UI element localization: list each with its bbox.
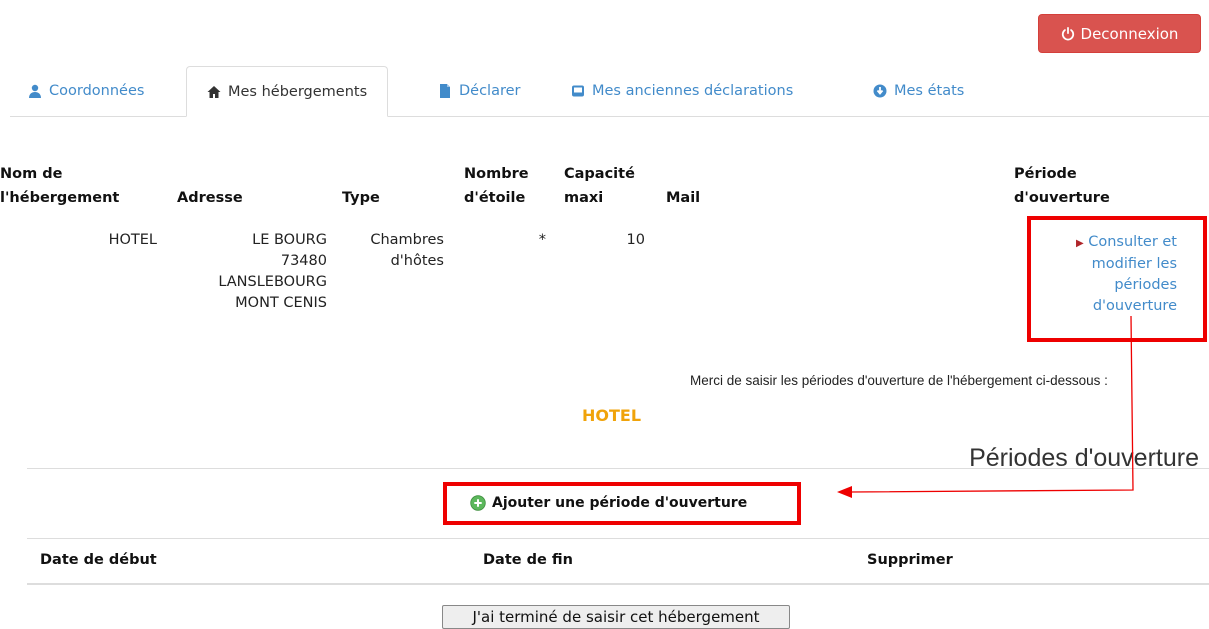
col-header-mail: Mail — [666, 190, 701, 206]
logout-button[interactable]: Deconnexion — [1038, 14, 1201, 53]
tab-label: Coordonnées — [49, 83, 145, 99]
accommodation-type: Chambres d'hôtes — [370, 232, 444, 269]
annotation-box-link — [1027, 216, 1207, 342]
tab-anciennes-declarations[interactable]: Mes anciennes déclarations — [571, 66, 793, 116]
col-header-stars: Nombre d'étoile — [464, 166, 529, 206]
col-header-type: Type — [342, 190, 380, 206]
col-header-start-date: Date de début — [40, 552, 157, 568]
tab-coordonnees[interactable]: Coordonnées — [28, 66, 144, 116]
col-header-address: Adresse — [177, 190, 243, 206]
power-icon — [1061, 26, 1074, 40]
tab-label: Mes anciennes déclarations — [592, 83, 794, 99]
accommodation-stars: * — [538, 232, 546, 248]
col-header-name: Nom de l'hébergement — [0, 166, 120, 206]
circle-arrow-down-icon — [873, 84, 887, 98]
inbox-icon — [572, 85, 584, 97]
divider — [27, 468, 1209, 469]
tab-label: Déclarer — [459, 83, 521, 99]
periods-table-header: Date de début Date de fin Supprimer — [27, 538, 1209, 585]
tab-label: Mes hébergements — [228, 83, 368, 100]
accommodation-name: HOTEL — [108, 232, 157, 248]
col-header-period: Période d'ouverture — [1014, 166, 1110, 206]
tab-label: Mes états — [894, 83, 965, 99]
home-icon — [207, 85, 221, 98]
tab-mes-etats[interactable]: Mes états — [873, 66, 964, 116]
periods-intro: Merci de saisir les périodes d'ouverture… — [690, 373, 1108, 388]
finish-button[interactable]: J'ai terminé de saisir cet hébergement — [442, 605, 790, 629]
user-icon — [29, 84, 41, 98]
col-header-delete: Supprimer — [867, 552, 953, 568]
selected-hotel-name: HOTEL — [582, 406, 642, 425]
accommodation-capacity: 10 — [626, 232, 645, 248]
annotation-box-add — [443, 482, 801, 525]
col-header-capacity: Capacité maxi — [564, 166, 635, 206]
accommodation-address: LE BOURG 73480 LANSLEBOURG MONT CENIS — [218, 232, 327, 311]
tab-mes-hebergements[interactable]: Mes hébergements — [186, 66, 389, 117]
col-header-end-date: Date de fin — [483, 552, 573, 568]
tab-declarer[interactable]: Déclarer — [438, 66, 521, 116]
file-icon — [440, 84, 450, 98]
tab-bar: Coordonnées Mes hébergements Déclarer Me… — [10, 66, 1209, 117]
logout-label: Deconnexion — [1080, 24, 1179, 43]
